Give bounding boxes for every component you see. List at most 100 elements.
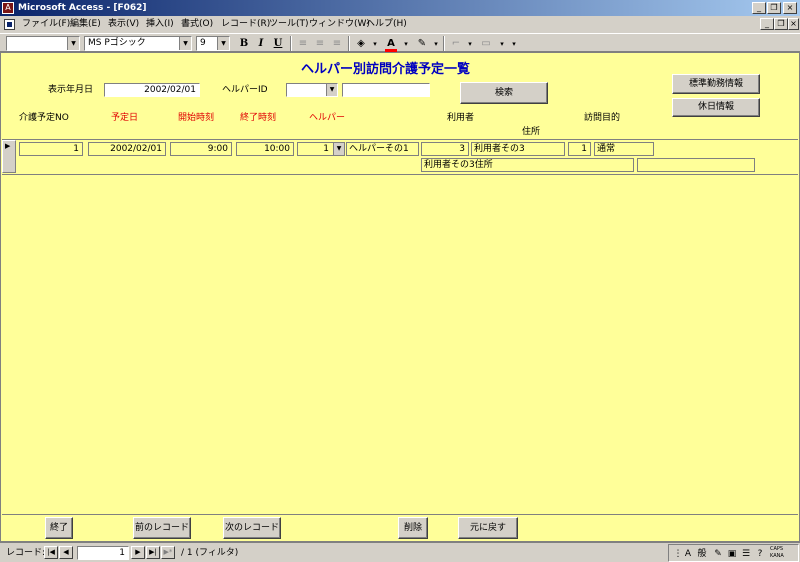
- minimize-icon: _: [757, 3, 761, 12]
- form-window-icon[interactable]: [4, 19, 15, 30]
- kana-indicator: KANA: [770, 553, 784, 559]
- header-divider: [2, 139, 798, 140]
- align-right-icon[interactable]: ≡: [329, 37, 345, 51]
- purpose-id-field[interactable]: 1: [568, 142, 591, 156]
- user-id-field[interactable]: 3: [421, 142, 469, 156]
- chevron-down-icon: ▼: [179, 37, 191, 50]
- toolbar-separator: [348, 36, 350, 51]
- current-record-icon: ▶: [5, 142, 11, 150]
- chevron-down-icon[interactable]: ▾: [428, 37, 444, 51]
- window-title: Microsoft Access - [F062]: [18, 3, 147, 13]
- standard-work-info-button[interactable]: 標準勤務情報: [672, 74, 760, 94]
- ime-help-icon[interactable]: ?: [753, 547, 767, 562]
- chevron-down-icon[interactable]: ▾: [462, 37, 478, 51]
- helper-id-label: ヘルパーID: [222, 85, 268, 95]
- form-title: ヘルパー別訪問介護予定一覧: [301, 62, 471, 77]
- end-button[interactable]: 終了: [45, 517, 73, 539]
- user-name-field[interactable]: 利用者その3: [471, 142, 565, 156]
- col-end-time: 終了時刻: [240, 113, 277, 123]
- menu-edit[interactable]: 編集(E): [70, 18, 101, 31]
- ime-input-icon[interactable]: A: [681, 547, 695, 562]
- record-navigation-bar: レコード: |◀ ◀ 1 ▶ ▶| ▶* / 1 (フィルタ) ⋮ A 般 ✎ …: [0, 542, 800, 562]
- menu-record[interactable]: レコード(R): [221, 18, 270, 31]
- formatting-toolbar: ▼ MS Pゴシック ▼ 9 ▼ B I U ≡ ≡ ≡ ◈ ▾ A ▾ ✎ ▾…: [0, 33, 800, 52]
- helper-name-field[interactable]: [342, 83, 430, 97]
- menu-bar: ファイル(F) 編集(E) 表示(V) 挿入(I) 書式(O) レコード(R) …: [0, 16, 800, 33]
- ime-mode-indicator[interactable]: 般: [695, 547, 709, 562]
- footer-divider: [2, 514, 798, 515]
- toolbar-separator: [290, 36, 292, 51]
- helper-id-record-combo[interactable]: 1 ▼: [297, 142, 345, 156]
- care-no-field[interactable]: 1: [19, 142, 83, 156]
- underline-button[interactable]: U: [270, 37, 286, 51]
- col-helper: ヘルパー: [309, 113, 346, 123]
- lock-indicator: CAPS KANA: [770, 546, 784, 560]
- col-address: 住所: [522, 127, 541, 137]
- align-left-icon[interactable]: ≡: [295, 37, 311, 51]
- start-time-field[interactable]: 9:00: [170, 142, 232, 156]
- next-record-icon[interactable]: ▶: [131, 546, 145, 559]
- display-date-field[interactable]: 2002/02/01: [104, 83, 200, 97]
- first-record-icon[interactable]: |◀: [44, 546, 58, 559]
- form-area: ヘルパー別訪問介護予定一覧 表示年月日 2002/02/01 ヘルパーID ▼ …: [0, 52, 800, 542]
- new-record-icon[interactable]: ▶*: [161, 546, 175, 559]
- holiday-info-button[interactable]: 休日情報: [672, 98, 760, 117]
- object-combo[interactable]: ▼: [6, 36, 80, 51]
- record-divider: [2, 174, 798, 175]
- record-selector[interactable]: ▶: [2, 140, 16, 173]
- chevron-down-icon: ▼: [326, 84, 337, 96]
- helper-id-combo[interactable]: ▼: [286, 83, 338, 97]
- special-effect-icon[interactable]: ▭: [478, 37, 494, 51]
- align-center-icon[interactable]: ≡: [312, 37, 328, 51]
- caps-indicator: CAPS: [770, 546, 784, 552]
- doc-restore-button[interactable]: ❐: [774, 18, 788, 30]
- helper-name-record-field[interactable]: ヘルパーその1: [346, 142, 419, 156]
- title-bar: A Microsoft Access - [F062] _ ❐ ×: [0, 0, 800, 16]
- purpose-name-field[interactable]: 通常: [594, 142, 654, 156]
- record-total: / 1 (フィルタ): [181, 548, 239, 558]
- col-planned-date: 予定日: [111, 113, 139, 123]
- restore-button[interactable]: ❐: [767, 2, 781, 14]
- doc-minimize-button[interactable]: _: [760, 18, 774, 30]
- font-name-combo[interactable]: MS Pゴシック ▼: [84, 36, 192, 51]
- bold-button[interactable]: B: [236, 37, 252, 51]
- chevron-down-icon[interactable]: ▾: [398, 37, 414, 51]
- last-record-icon[interactable]: ▶|: [146, 546, 160, 559]
- restore-button-form[interactable]: 元に戻す: [458, 517, 518, 539]
- display-date-label: 表示年月日: [48, 85, 94, 95]
- chevron-down-icon: ▼: [217, 37, 229, 50]
- end-time-field[interactable]: 10:00: [236, 142, 294, 156]
- minimize-button[interactable]: _: [752, 2, 766, 14]
- current-record-field[interactable]: 1: [77, 546, 129, 560]
- italic-button[interactable]: I: [253, 37, 269, 51]
- ime-tray: ⋮ A 般 ✎ ▣ ☰ ? CAPS KANA: [668, 544, 799, 562]
- planned-date-field[interactable]: 2002/02/01: [88, 142, 166, 156]
- prev-record-icon[interactable]: ◀: [59, 546, 73, 559]
- address-field[interactable]: 利用者その3住所: [421, 158, 634, 172]
- menu-help[interactable]: ヘルプ(H): [366, 18, 407, 31]
- menu-insert[interactable]: 挿入(I): [146, 18, 174, 31]
- menu-file[interactable]: ファイル(F): [22, 18, 70, 31]
- menu-window[interactable]: ウィンドウ(W): [309, 18, 370, 31]
- ime-dictionary-icon[interactable]: ▣: [725, 547, 739, 562]
- menu-tools[interactable]: ツール(T): [269, 18, 309, 31]
- next-record-button[interactable]: 次のレコード: [223, 517, 281, 539]
- prev-record-button[interactable]: 前のレコード: [133, 517, 191, 539]
- menu-view[interactable]: 表示(V): [108, 18, 139, 31]
- chevron-down-icon: ▼: [67, 37, 79, 50]
- chevron-down-icon[interactable]: ▾: [367, 37, 383, 51]
- ime-pad-icon[interactable]: ☰: [739, 547, 753, 562]
- toolbar-options-icon[interactable]: ▾: [506, 37, 522, 51]
- search-button[interactable]: 検索: [460, 82, 548, 104]
- font-size-combo[interactable]: 9 ▼: [196, 36, 230, 51]
- extra-field[interactable]: [637, 158, 755, 172]
- delete-button[interactable]: 削除: [398, 517, 428, 539]
- doc-close-button[interactable]: ×: [788, 18, 799, 30]
- menu-format[interactable]: 書式(O): [181, 18, 213, 31]
- col-care-no: 介護予定NO: [19, 113, 69, 123]
- ime-tools-icon[interactable]: ✎: [711, 547, 725, 562]
- close-button[interactable]: ×: [783, 2, 797, 14]
- col-start-time: 開始時刻: [178, 113, 215, 123]
- restore-icon: ❐: [770, 3, 778, 12]
- access-app-icon[interactable]: A: [2, 2, 14, 14]
